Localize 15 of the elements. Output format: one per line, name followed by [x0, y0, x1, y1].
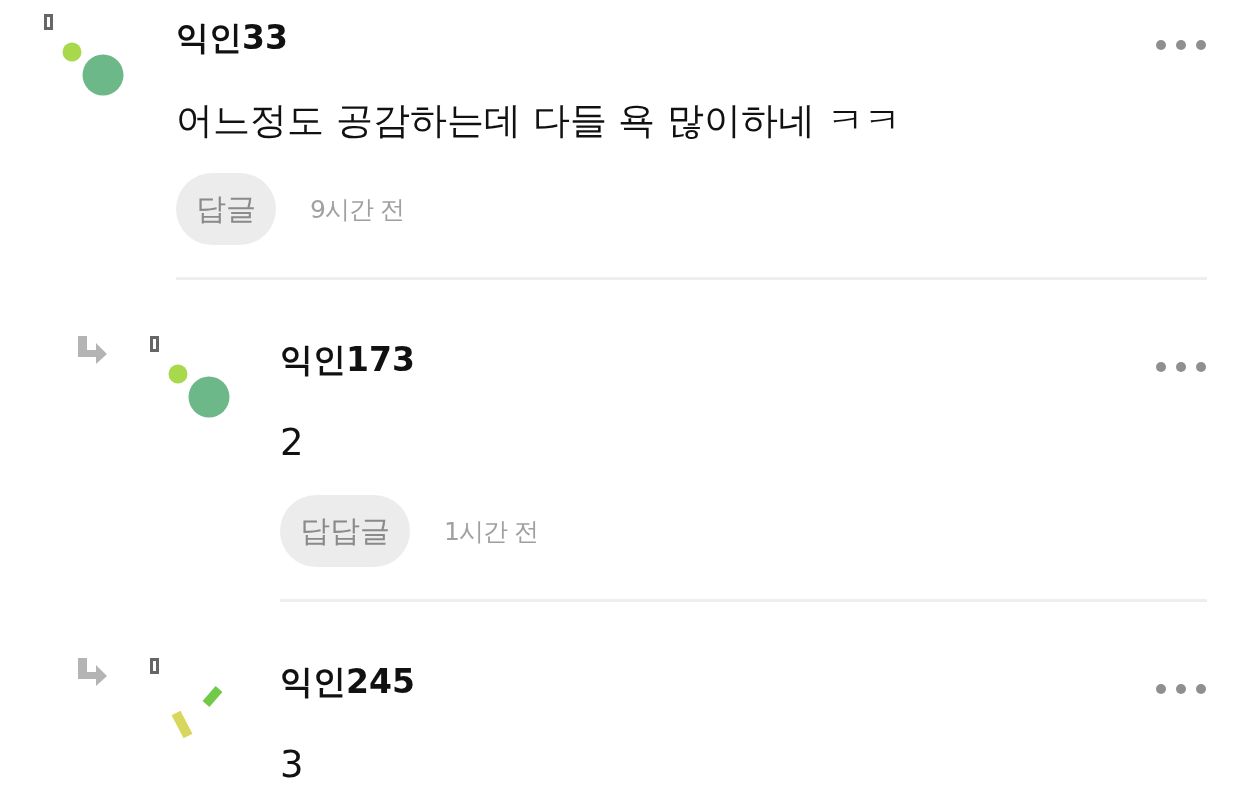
reply-button[interactable]: 답답글 — [280, 495, 410, 567]
more-icon[interactable] — [1155, 683, 1207, 695]
comment-text: 2 — [280, 420, 305, 466]
timestamp: 9시간 전 — [310, 193, 404, 226]
timestamp: 1시간 전 — [444, 515, 538, 548]
user-name: 익인245 — [280, 661, 415, 703]
reply-arrow-icon — [76, 656, 108, 686]
comment-text: 3 — [280, 742, 305, 788]
more-icon[interactable] — [1155, 361, 1207, 373]
user-name: 익인33 — [176, 17, 288, 59]
comment-text: 어느정도 공감하는데 다들 욕 많이하네 ㅋㅋ — [176, 98, 902, 144]
reply-button[interactable]: 답글 — [176, 173, 276, 245]
user-name: 익인173 — [280, 339, 415, 381]
more-icon[interactable] — [1155, 39, 1207, 51]
reply-arrow-icon — [76, 334, 108, 364]
